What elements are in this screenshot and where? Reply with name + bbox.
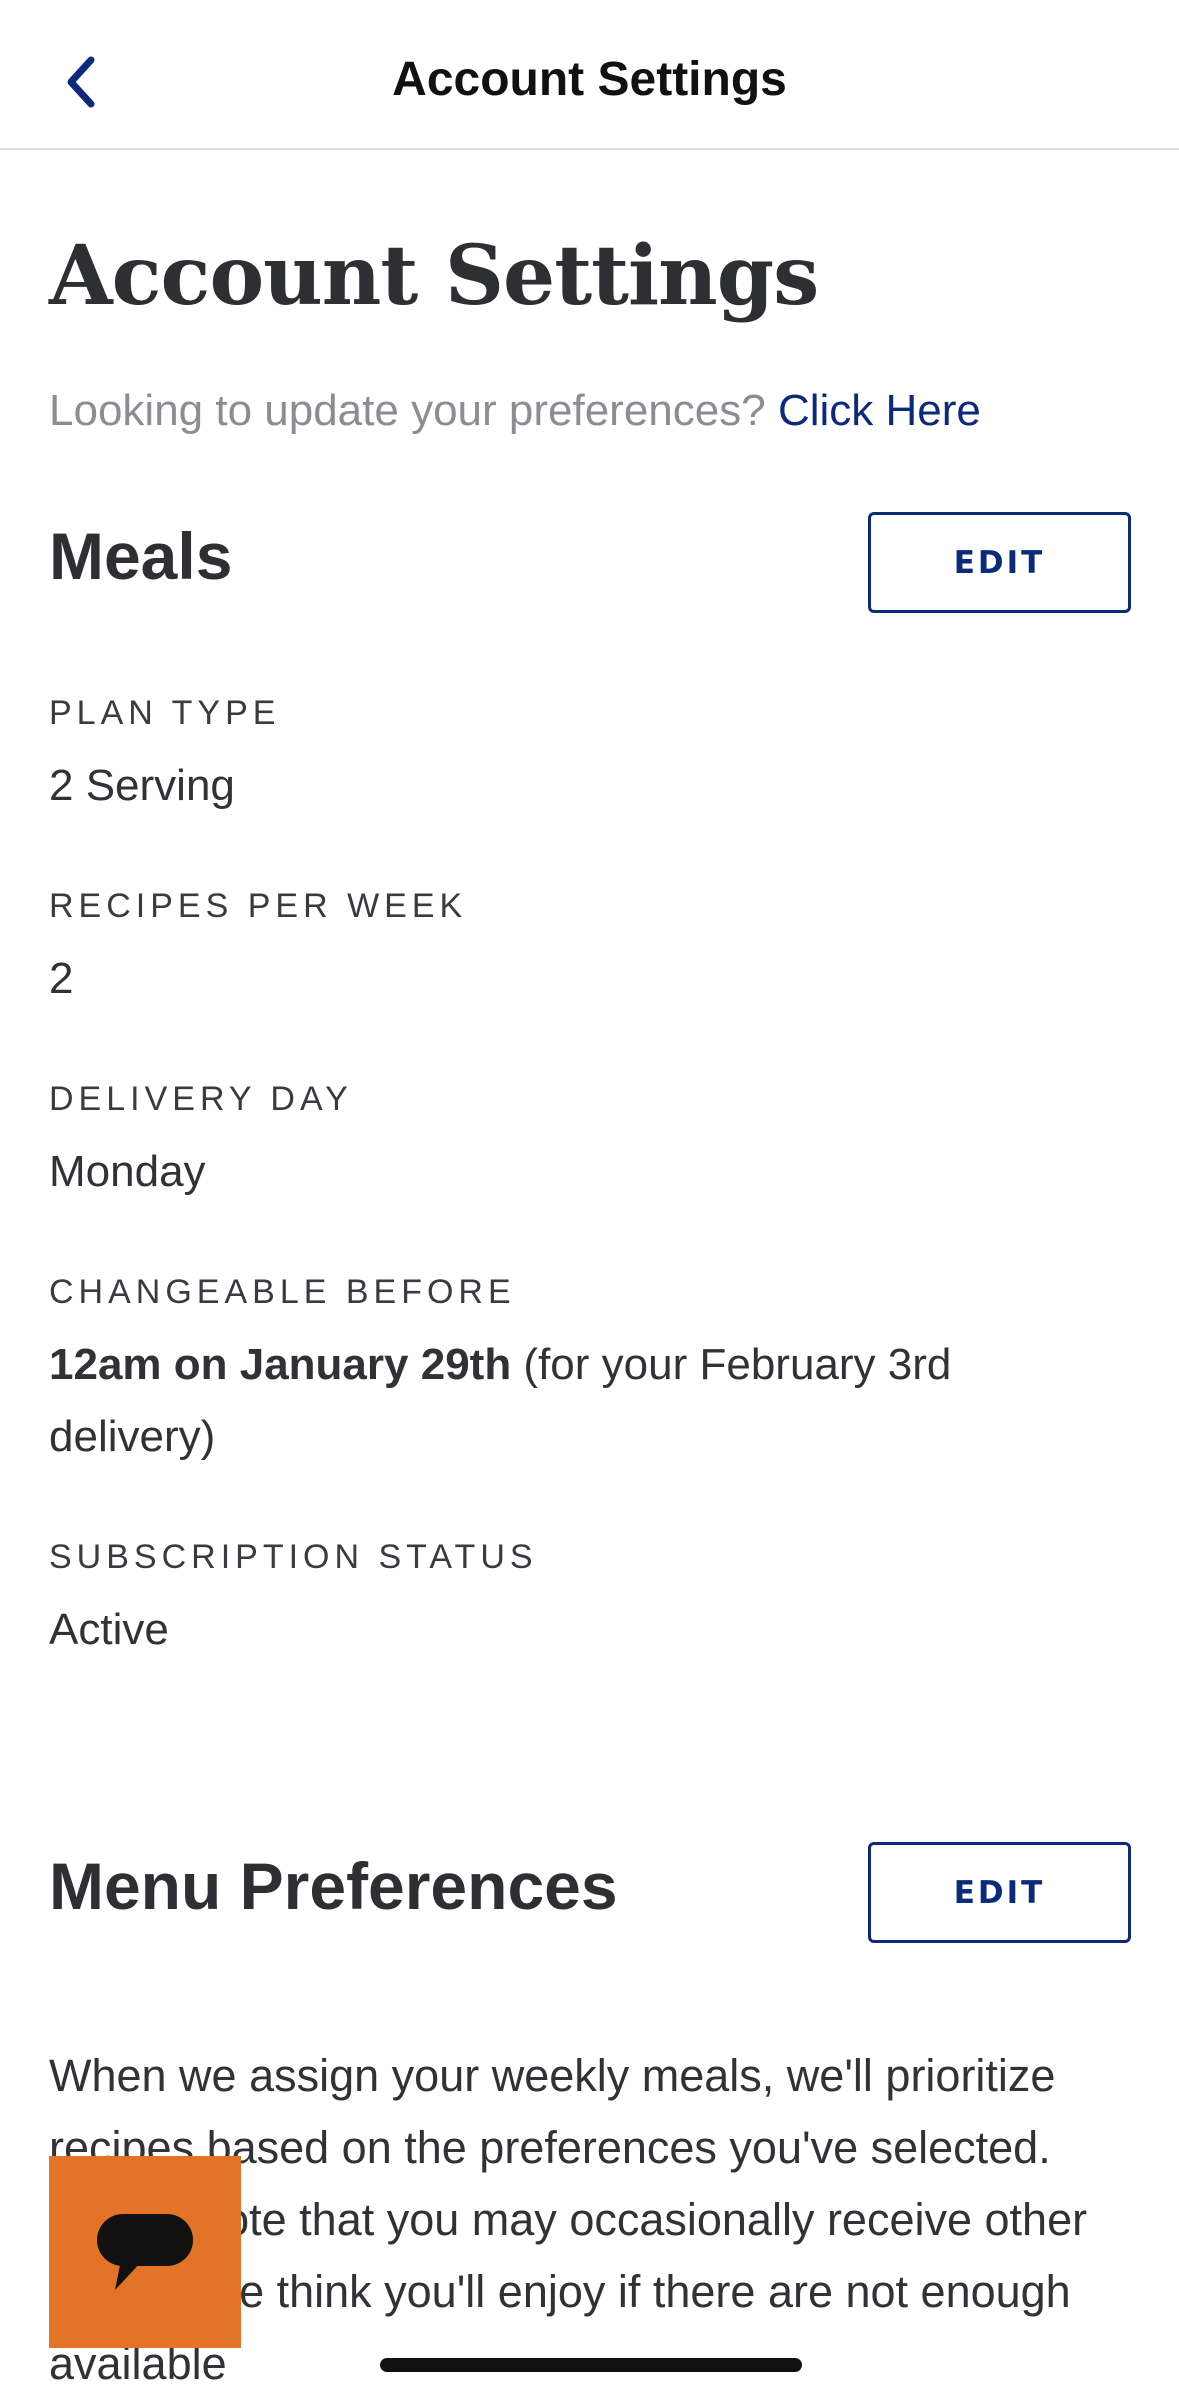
recipes-per-week-label: RECIPES PER WEEK (49, 887, 468, 925)
subscription-status-value: Active (49, 1605, 169, 1654)
chat-button[interactable] (49, 2156, 241, 2348)
plan-type-value: 2 Serving (49, 761, 235, 810)
changeable-before-label: CHANGEABLE BEFORE (49, 1273, 516, 1311)
page-title: Account Settings (49, 228, 819, 324)
changeable-before-value: 12am on January 29th (for your February … (49, 1329, 1109, 1473)
recipes-per-week-value: 2 (49, 954, 74, 1003)
menu-preferences-title: Menu Preferences (49, 1849, 618, 1923)
preferences-prompt-text: Looking to update your preferences? (49, 386, 766, 435)
menu-preferences-edit-button[interactable]: EDIT (868, 1842, 1131, 1943)
changeable-before-deadline: 12am on January 29th (49, 1340, 512, 1389)
delivery-day-value: Monday (49, 1147, 206, 1196)
chat-bubble-icon (97, 2214, 193, 2290)
account-settings-screen: Account Settings Account Settings Lookin… (0, 0, 1179, 2396)
meals-section-title: Meals (49, 519, 233, 593)
top-navigation-bar: Account Settings (0, 0, 1179, 150)
nav-title: Account Settings (392, 53, 787, 106)
meals-edit-button[interactable]: EDIT (868, 512, 1131, 613)
subscription-status-label: SUBSCRIPTION STATUS (49, 1538, 538, 1576)
preferences-prompt: Looking to update your preferences? Clic… (49, 386, 981, 436)
plan-type-label: PLAN TYPE (49, 694, 281, 732)
home-indicator (380, 2358, 802, 2372)
delivery-day-label: DELIVERY DAY (49, 1080, 353, 1118)
preferences-link[interactable]: Click Here (778, 386, 981, 435)
